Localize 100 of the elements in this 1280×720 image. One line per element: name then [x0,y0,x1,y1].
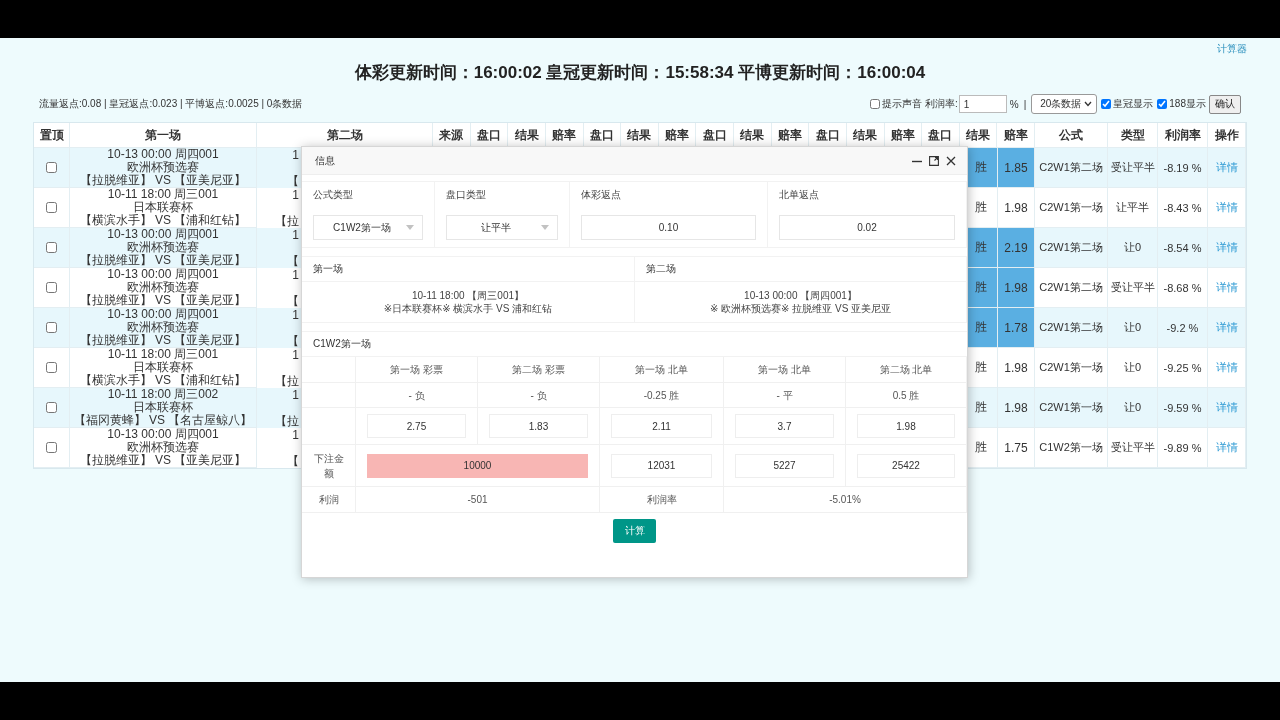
match-text: 1 [292,268,299,282]
match-text: 【 [287,294,299,308]
calculate-button[interactable]: 计算 [613,519,656,543]
league-name: 日本联赛杯 [133,201,193,214]
match-time: 10-11 18:00 周三001 [107,348,219,361]
close-icon[interactable] [946,155,956,166]
match-info: ※日本联赛杯※ 横滨水手 VS 浦和红钻 [383,302,553,315]
odds-cell: 1.78 [998,308,1035,348]
column-header: 第二场 彩票 [478,357,600,383]
type-cell: 受让平半 [1108,428,1158,468]
teams-text: 【横滨水手】 VS 【浦和红钻】 [79,374,247,387]
match-text: 1 [292,428,299,442]
field-label: 北单返点 [768,182,967,208]
display-checkbox[interactable] [1157,99,1168,109]
pick-text: - 负 [356,383,478,408]
odds-field[interactable]: 3.7 [735,414,834,438]
percent-sign: % [1009,98,1019,110]
league-name: 欧洲杯预选赛 [127,161,199,174]
field-label: 盘口类型 [435,182,570,208]
stake-field[interactable]: 12031 [611,453,712,478]
match-text: 【拉 [275,374,299,388]
table-cell [302,357,356,383]
match-time: 10-13 00:00 周四001 [107,308,219,321]
display-label: 188显示 [1169,97,1206,111]
page-size-select[interactable]: 20条数据 [1031,94,1098,114]
dropdown-field[interactable]: 让平半 [446,215,558,240]
match-text: 【 [287,174,299,188]
result-cell: 胜 [968,148,998,188]
match-text: 1 [292,388,299,402]
caret-icon [541,225,549,230]
pin-checkbox[interactable] [46,282,57,293]
match-text: 【 [287,454,299,468]
input-field[interactable]: 0.02 [779,215,955,240]
teams-text: 【横滨水手】 VS 【浦和红钻】 [79,214,247,227]
pin-checkbox[interactable] [46,442,57,453]
maximize-icon[interactable] [929,155,939,166]
odds-cell: 2.19 [998,228,1035,268]
calculator-link[interactable]: 计算器 [1217,42,1247,56]
sound-label: 提示声音 [882,97,922,111]
column-header: 第一场 北单 [600,357,724,383]
match-text: 【拉 [275,214,299,228]
match-info: 10-11 18:00 【周三001】 [411,289,525,302]
teams-text: 【拉脱维亚】 VS 【亚美尼亚】 [79,254,247,267]
page-title: 体彩更新时间：16:00:02 皇冠更新时间：15:58:34 平博更新时间：16:00:04 [353,62,927,84]
row-label: 下注金额 [302,445,356,487]
result-cell: 胜 [968,228,998,268]
league-name: 日本联赛杯 [133,401,193,414]
formula-heading: C1W2第一场 [302,331,967,357]
rebate-summary: 流量返点:0.08 | 皇冠返点:0.023 | 平博返点:0.0025 | 0条数据 [39,97,303,111]
odds-field[interactable]: 1.83 [489,414,588,438]
result-cell: 胜 [968,268,998,308]
match-text: 【 [287,254,299,268]
odds-cell: 1.98 [998,268,1035,308]
sound-checkbox[interactable] [870,99,880,109]
pin-checkbox[interactable] [46,362,57,373]
odds-field[interactable]: 1.98 [857,414,955,438]
match-text: 【 [287,334,299,348]
teams-text: 【拉脱维亚】 VS 【亚美尼亚】 [79,334,247,347]
display-label: 皇冠显示 [1113,97,1154,111]
match-text: 【拉 [275,414,299,428]
match-time: 10-13 00:00 周四001 [107,148,219,161]
pin-checkbox[interactable] [46,202,57,213]
stake-field[interactable]: 5227 [735,453,834,478]
dropdown-field[interactable]: C1W2第一场 [313,215,423,240]
league-name: 欧洲杯预选赛 [127,321,199,334]
pin-checkbox[interactable] [46,402,57,413]
formula-cell: C1W2第一场 [1035,428,1108,468]
profit-rate-value: -5.01% [724,487,967,513]
odds-field[interactable]: 2.75 [367,414,466,438]
profit-rate-input[interactable]: 1 [958,95,1007,113]
row-label: 利润率 [600,487,724,513]
profit-value: -501 [356,487,600,513]
section-heading: 第一场 [302,257,635,282]
match-text: 1 [292,148,299,162]
input-field[interactable]: 0.10 [581,215,756,240]
pin-checkbox[interactable] [46,162,57,173]
separator-text: | [1023,98,1027,110]
pick-text: 0.5 胜 [846,383,967,408]
league-name: 欧洲杯预选赛 [127,241,199,254]
match-text: 1 [292,228,299,242]
column-header: 第一场 彩票 [356,357,478,383]
result-cell: 胜 [968,308,998,348]
odds-field[interactable]: 2.11 [611,414,712,438]
pin-checkbox[interactable] [46,242,57,253]
profit-rate-label: 利润率: [925,97,958,111]
match-text: 1 [292,308,299,322]
field-label: 体彩返点 [570,182,768,208]
match-text: 1 [292,348,299,362]
stake-field[interactable]: 10000 [367,453,588,478]
pin-checkbox[interactable] [46,322,57,333]
match-time: 10-13 00:00 周四001 [107,268,219,281]
odds-cell: 1.85 [998,148,1035,188]
display-checkbox[interactable] [1101,99,1112,109]
confirm-button[interactable]: 确认 [1209,94,1241,114]
match-text: 1 [292,188,299,202]
pick-text: - 负 [478,383,600,408]
league-name: 欧洲杯预选赛 [127,441,199,454]
stake-field[interactable]: 25422 [857,453,955,478]
column-header: 第一场 北单 [724,357,846,383]
league-name: 欧洲杯预选赛 [127,281,199,294]
